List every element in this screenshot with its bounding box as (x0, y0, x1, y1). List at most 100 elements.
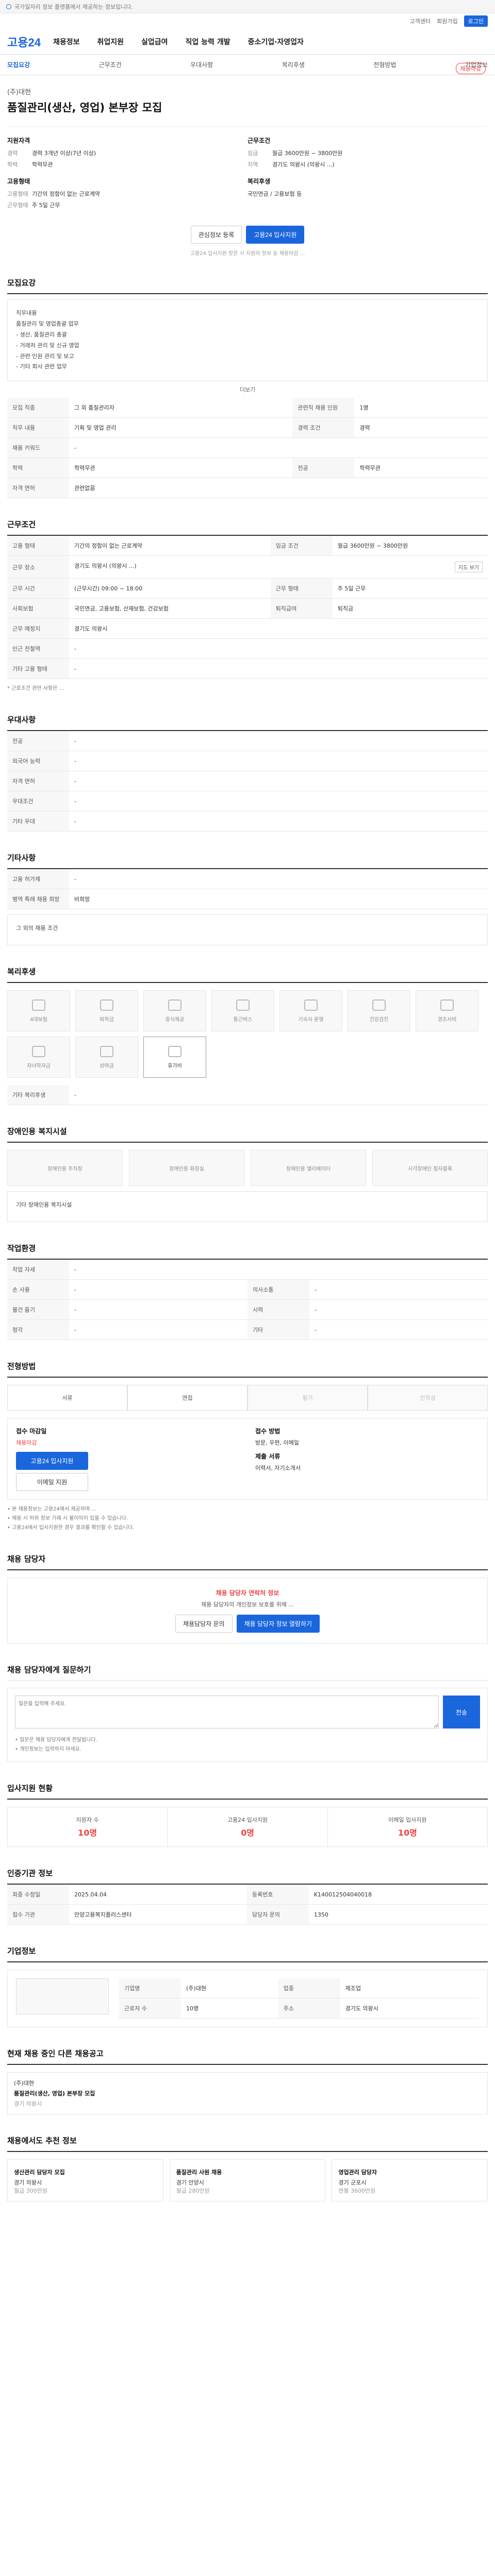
company-table: 기업명 (주)대현 업종 제조업 근로자 수 10명 주소 경기도 의왕시 (119, 1978, 479, 2019)
desc-line: - 거래처 관리 및 신규 영업 (16, 342, 79, 349)
row-value: - (69, 638, 488, 659)
rec-card[interactable]: (주)대현 품질관리(생산, 영업) 본부장 모집 경기 의왕시 (7, 2072, 488, 2115)
table-row: 접수 기관 안양고용복지플러스센터 담당자 문의 1350 (7, 1904, 488, 1925)
more-button[interactable]: 더보기 (7, 381, 488, 398)
summary-row: 임금 월급 3600만원 ~ 3800만원 (248, 149, 488, 157)
apply-email-button[interactable]: 이메일 지원 (16, 1473, 88, 1492)
section-title-manager: 채용 담당자 (7, 1553, 488, 1571)
tab-select[interactable]: 전형방법 (373, 60, 396, 69)
welfare-label: 4대보험 (30, 1016, 47, 1023)
apply-online-button[interactable]: 고용24 입사지원 (16, 1452, 88, 1470)
row-value: 경기도 의왕시 (340, 1998, 479, 2019)
gnb-menu: 채용정보 취업지원 실업급여 직업 능력 개발 중소기업·자영업자 (53, 37, 304, 47)
row-value: 비희망 (69, 889, 488, 910)
row-key: 청각 (7, 1319, 69, 1341)
rec-meta: 월급 300만원 (14, 2188, 47, 2195)
job-description: 직무내용 품질관리 및 영업총괄 업무 - 생산, 품질관리 총괄 - 거래처 … (7, 299, 488, 382)
section-title-recs: 현재 채용 중인 다른 채용공고 (7, 2048, 488, 2065)
section-title-welfare: 복리후생 (7, 966, 488, 984)
row-key: 접수 기관 (7, 1904, 69, 1925)
gov-banner: 국가일자리 정보 플랫폼에서 제공하는 정보입니다. (0, 0, 495, 13)
table-row: 기타 고용 형태 - (7, 658, 488, 680)
bonus-icon (100, 1045, 113, 1057)
gnb-item[interactable]: 채용정보 (53, 37, 80, 47)
count-item: 고용24 입사지원 0명 (168, 1807, 328, 1847)
table-row: 기타 복리후생 - (7, 1085, 488, 1106)
manager-inquiry-button[interactable]: 채용담당자 문의 (175, 1615, 233, 1633)
step-item: 면접 (127, 1385, 248, 1411)
summary-key: 학력 (7, 161, 18, 168)
table-row: 작업 자세 - (7, 1260, 488, 1280)
table-row: 물건 들기 - 시력 - (7, 1299, 488, 1320)
disab-extra: 기타 장애인용 복지시설 (7, 1191, 488, 1223)
util-link[interactable]: 회원가입 (437, 17, 457, 25)
row-key: 임금 조건 (270, 536, 333, 556)
row-value: - (69, 751, 488, 772)
row-value: K140012504040018 (308, 1885, 488, 1905)
login-button[interactable]: 로그인 (464, 15, 488, 27)
table-row: 사회보험 국민연금, 고용보험, 산재보험, 건강보험 퇴직급여 퇴직금 (7, 598, 488, 619)
table-row: 청각 - 기타 - (7, 1319, 488, 1341)
rec-card[interactable]: 영업관리 담당자 경기 군포시 연봉 3600만원 (332, 2159, 488, 2202)
section-title-env: 작업환경 (7, 1243, 488, 1260)
rec-card[interactable]: 생산관리 담당자 모집 경기 의왕시 월급 300만원 (7, 2159, 163, 2202)
etc-extra: 그 외의 채용 조건 (7, 914, 488, 946)
summary-value: 기간의 정함이 없는 근로계약 (32, 191, 100, 197)
count-value: 10명 (78, 1828, 97, 1838)
row-key: 기타 복리후생 (7, 1085, 69, 1106)
company-name[interactable]: (주)대현 (7, 87, 488, 96)
gnb-item[interactable]: 실업급여 (141, 37, 168, 47)
gnb-item[interactable]: 중소기업·자영업자 (248, 37, 304, 47)
rec-card[interactable]: 품질관리 사원 채용 경기 안양시 월급 280만원 (169, 2159, 326, 2202)
gnb-item[interactable]: 직업 능력 개발 (186, 37, 230, 47)
summary-row: 고용형태 기간의 정함이 없는 근로계약 (7, 190, 248, 198)
summary-row: 지역 경기도 의왕시 (의왕시 ...) (248, 160, 488, 168)
rec-title[interactable]: 품질관리 사원 채용 (176, 2168, 319, 2176)
site-logo[interactable]: 고용24 (7, 33, 41, 50)
manager-view-button[interactable]: 채용 담당자 정보 열람하기 (236, 1615, 320, 1633)
rec-title[interactable]: 품질관리(생산, 영업) 본부장 모집 (14, 2089, 481, 2097)
work-place: 경기도 의왕시 (의왕시 ...) (74, 563, 137, 570)
row-key: 전공 (7, 731, 69, 752)
table-row: 학력 학력무관 전공 학력무관 (7, 457, 488, 479)
env-table: 작업 자세 - 손 사용 - 의사소통 - 물건 들기 - 시력 - 청각 - 기타 - (7, 1260, 488, 1341)
table-row: 자격 면허 관련없음 (7, 478, 488, 499)
rec-title[interactable]: 영업관리 담당자 (338, 2168, 481, 2176)
dorm-icon (304, 999, 318, 1011)
row-key: 퇴직급여 (270, 598, 333, 619)
row-value: - (69, 1299, 248, 1320)
welfare-item: 상여금 (75, 1037, 138, 1078)
table-row: 최종 수정일 2025.04.04 등록번호 K140012504040018 (7, 1885, 488, 1905)
work-footnote: * 근로조건 관련 사항은 ... (7, 686, 64, 692)
util-link[interactable]: 고객센터 (410, 17, 431, 25)
row-value: 제조업 (340, 1978, 479, 1999)
summary-heading: 고용형태 (7, 178, 30, 185)
table-row: 근무 장소 경기도 의왕시 (의왕시 ...) 지도 보기 (7, 555, 488, 579)
row-key: 관련직 채용 인원 (292, 398, 355, 418)
row-key: 주소 (278, 1998, 340, 2019)
row-key: 인근 전철역 (7, 638, 69, 659)
row-value: 관련없음 (69, 478, 488, 499)
question-input[interactable] (15, 1696, 439, 1729)
table-row: 고용 허가제 - (7, 869, 488, 890)
manager-buttons: 채용담당자 문의 채용 담당자 정보 열람하기 (18, 1615, 477, 1633)
summary-heading: 근무조건 (248, 137, 271, 144)
row-key: 물건 들기 (7, 1299, 69, 1320)
tab-work[interactable]: 근무조건 (99, 60, 122, 69)
tab-recruit[interactable]: 모집요강 (7, 60, 30, 69)
summary-key: 경력 (7, 150, 18, 157)
map-button[interactable]: 지도 보기 (455, 562, 483, 573)
row-value: 학력무관 (354, 457, 488, 479)
tab-pref[interactable]: 우대사항 (190, 60, 213, 69)
gnb-item[interactable]: 취업지원 (97, 37, 124, 47)
bookmark-button[interactable]: 관심정보 등록 (190, 226, 242, 244)
rec-title[interactable]: 생산관리 담당자 모집 (14, 2168, 157, 2176)
apply-button[interactable]: 고용24 입사지원 (246, 226, 305, 244)
row-key: 근로자 수 (119, 1998, 181, 2019)
table-row: 근무 예정지 경기도 의왕시 (7, 618, 488, 639)
row-key: 경력 조건 (292, 417, 355, 438)
send-button[interactable]: 전송 (443, 1696, 480, 1729)
tab-welfare[interactable]: 복리후생 (282, 60, 305, 69)
table-row: 고용 형태 기간의 정함이 없는 근로계약 임금 조건 월급 3600만원 ~ 380… (7, 536, 488, 556)
table-row: 근로자 수 10명 주소 경기도 의왕시 (119, 1998, 479, 2019)
